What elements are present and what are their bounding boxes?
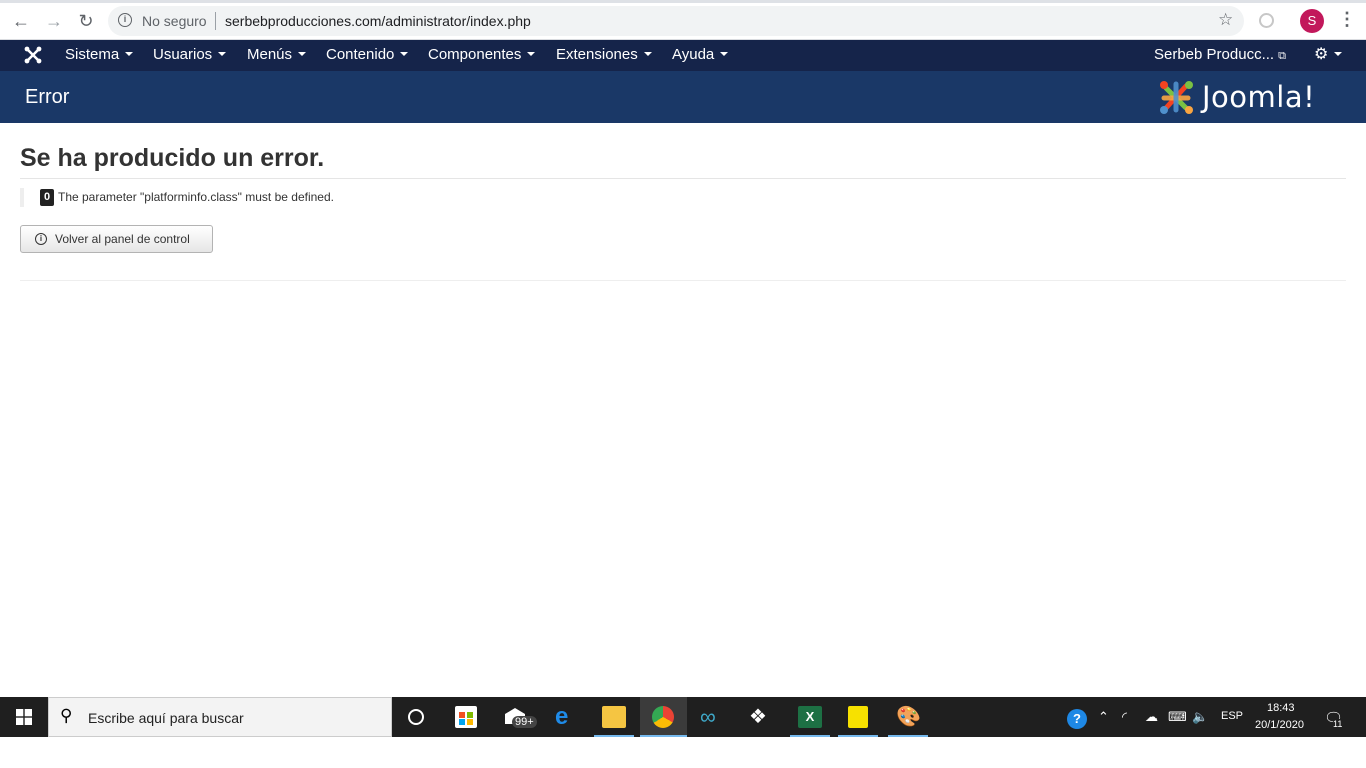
caret-down-icon [527,52,536,57]
menu-menus[interactable]: Menús [247,46,307,63]
mail-badge: 99+ [512,716,537,728]
caret-down-icon [1334,51,1343,56]
arduino-icon[interactable]: ∞ [700,706,724,728]
divider [20,280,1346,281]
caret-down-icon [218,52,227,57]
input-method-icon[interactable]: ⌨ [1168,709,1187,725]
profile-avatar[interactable]: S [1300,9,1324,33]
clock-date[interactable]: 20/1/2020 [1255,719,1304,731]
back-to-dashboard-button[interactable]: i Volver al panel de control [20,225,213,253]
onedrive-icon[interactable]: ☁ [1145,709,1158,725]
edge-icon[interactable]: e [555,705,579,729]
joomla-logo-icon[interactable] [24,46,42,64]
forward-arrow-icon[interactable]: → [43,10,65,32]
back-arrow-icon[interactable]: ← [10,10,32,32]
chevron-up-icon[interactable]: ⌃ [1098,709,1109,725]
menu-ayuda[interactable]: Ayuda [672,46,729,63]
language-indicator[interactable]: ESP [1221,710,1243,722]
windows-start-icon[interactable] [16,709,32,725]
external-link-icon: ⧉ [1278,50,1286,62]
excel-icon[interactable]: X [798,706,822,728]
dropbox-icon[interactable]: ❖ [749,706,773,728]
extension-icon[interactable] [1259,13,1274,28]
error-heading: Se ha producido un error. [20,144,325,172]
error-code-badge: 0 [40,189,54,206]
caret-down-icon [643,52,652,57]
omnibox-divider [215,12,216,30]
reload-icon[interactable]: ↻ [75,10,97,32]
user-settings-menu[interactable]: ⚙ [1314,44,1343,64]
search-placeholder: Escribe aquí para buscar [88,710,244,726]
sticky-notes-icon[interactable] [848,706,868,728]
back-button-label: Volver al panel de control [55,232,190,246]
url-text[interactable]: serbebproducciones.com/administrator/ind… [225,13,531,29]
store-icon[interactable] [455,706,477,728]
bookmark-star-icon[interactable]: ☆ [1218,10,1233,30]
caret-down-icon [125,52,134,57]
search-icon: ⚲ [60,706,73,725]
file-explorer-icon[interactable] [602,706,626,728]
chrome-icon[interactable] [652,706,674,728]
caret-down-icon [298,52,307,57]
paint-icon[interactable]: 🎨 [896,706,921,728]
volume-icon[interactable]: 🔈 [1192,709,1208,725]
cortana-icon[interactable] [408,709,424,725]
browser-menu-icon[interactable]: ⋮ [1338,9,1356,30]
menu-sistema[interactable]: Sistema [65,46,134,63]
divider [20,178,1346,179]
menu-extensiones[interactable]: Extensiones [556,46,652,63]
info-icon[interactable]: i [118,13,132,27]
menu-contenido[interactable]: Contenido [326,46,409,63]
menu-componentes[interactable]: Componentes [428,46,536,63]
bottom-strip [0,737,1366,768]
page-title: Error [25,86,70,108]
blockquote-bar [20,188,24,207]
network-icon[interactable]: ◜ [1122,709,1127,725]
site-link[interactable]: Serbeb Producc... ⧉ [1154,46,1286,63]
notification-count: 11 [1333,719,1343,729]
menu-usuarios[interactable]: Usuarios [153,46,227,63]
clock-time[interactable]: 18:43 [1267,702,1295,714]
insecure-label[interactable]: No seguro [142,13,207,29]
info-circle-icon: i [35,233,47,245]
gear-icon: ⚙ [1314,46,1329,63]
caret-down-icon [400,52,409,57]
error-message: The parameter "platforminfo.class" must … [58,190,334,204]
caret-down-icon [720,52,729,57]
tab-strip [0,0,1366,3]
help-icon[interactable]: ? [1067,709,1087,729]
joomla-brand-text: Joomla! [1202,80,1316,114]
